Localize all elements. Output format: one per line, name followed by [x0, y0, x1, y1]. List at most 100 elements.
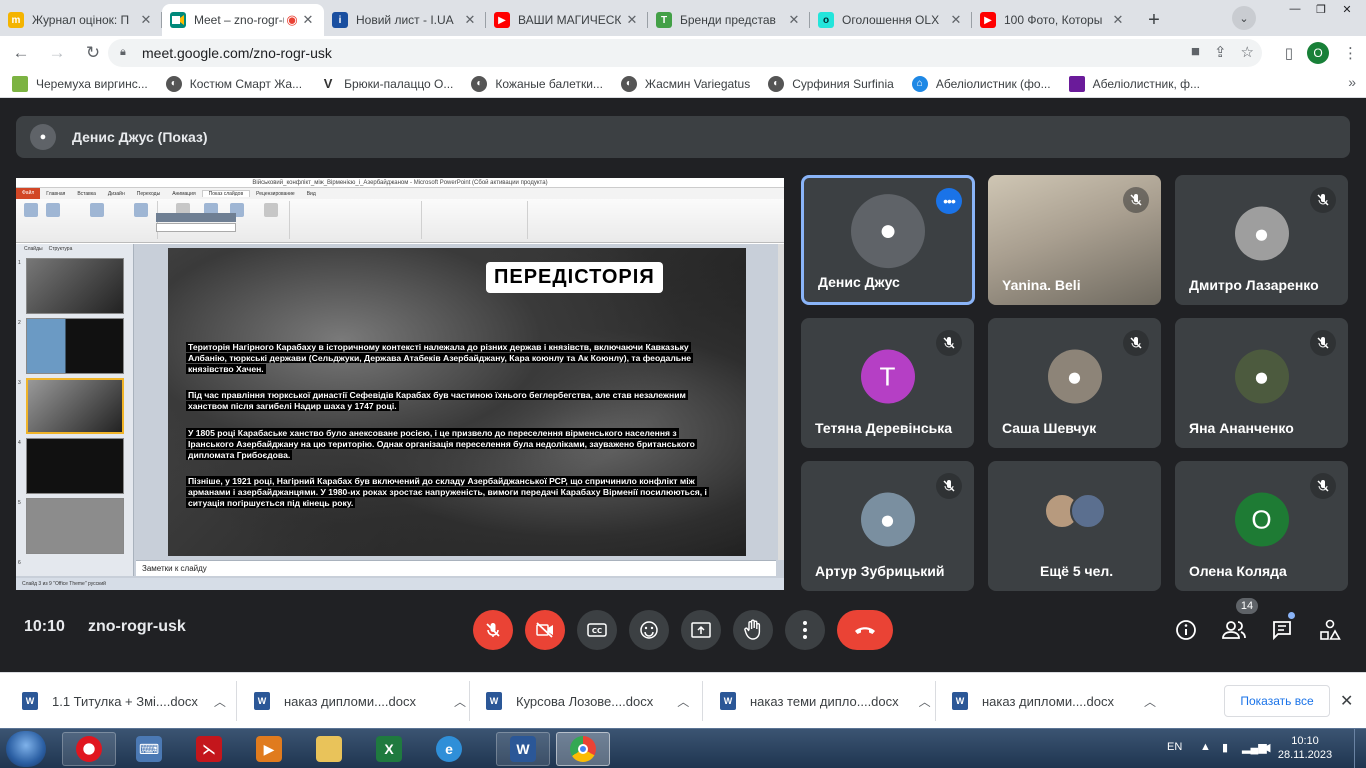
close-downloads-icon[interactable]: ✕: [1340, 691, 1353, 711]
chevron-up-icon[interactable]: ︿: [214, 693, 226, 710]
tray-expand-icon[interactable]: ▲: [1200, 741, 1214, 755]
taskbar-word[interactable]: W: [496, 732, 550, 766]
more-options-button[interactable]: [785, 610, 825, 650]
participant-tile[interactable]: ● ••• Денис Джус: [801, 175, 975, 305]
bookmark-item[interactable]: ⌂ Абеліолистник (фо...: [911, 75, 1051, 92]
browser-tab[interactable]: ▶ 100 Фото, Которы ✕: [972, 4, 1134, 36]
taskbar-network[interactable]: ⌨: [122, 732, 176, 766]
download-item[interactable]: Wнаказ дипломи....docx ︿: [254, 673, 466, 729]
bookmark-item[interactable]: Абеліолистник, ф...: [1068, 75, 1200, 92]
meeting-details-button[interactable]: [1172, 616, 1200, 644]
close-icon[interactable]: ✕: [138, 12, 154, 28]
bookmark-item[interactable]: ◐ Костюм Смарт Жа...: [165, 75, 302, 92]
participant-avatars: [1044, 493, 1106, 529]
download-item[interactable]: Wнаказ теми дипло....docx ︿: [720, 673, 931, 729]
tab-title: Meet – zno-rogr-usk: [194, 13, 284, 27]
leave-call-button[interactable]: [837, 610, 893, 650]
youtube-icon: ▶: [494, 12, 510, 28]
signal-icon[interactable]: ▂▄▆: [1242, 741, 1267, 755]
camera-in-use-icon[interactable]: ■: [1191, 43, 1200, 61]
language-indicator[interactable]: EN: [1167, 741, 1182, 753]
participant-tile[interactable]: Yanina. Beli: [988, 175, 1161, 305]
battery-icon[interactable]: ▮: [1222, 741, 1236, 755]
camera-toggle-button[interactable]: [525, 610, 565, 650]
bookmark-item[interactable]: ◐ Сурфиния Surfinia: [768, 75, 894, 92]
address-bar[interactable]: 🔒︎ meet.google.com/zno-rogr-usk ■ ⇪ ☆: [108, 39, 1262, 67]
forward-icon[interactable]: →: [42, 38, 72, 68]
system-clock[interactable]: 10:10 28.11.2023: [1276, 734, 1334, 762]
chevron-up-icon[interactable]: ︿: [677, 693, 689, 710]
participant-tile[interactable]: ● Дмитро Лазаренко: [1175, 175, 1348, 305]
close-icon[interactable]: ✕: [624, 12, 640, 28]
bookmark-item[interactable]: V Брюки-палаццо О...: [320, 76, 454, 92]
chat-button[interactable]: [1268, 616, 1296, 644]
download-item[interactable]: W Курсова Лозове....docx ︿: [486, 673, 689, 729]
start-button[interactable]: [6, 731, 46, 767]
volume-icon[interactable]: ◀: [1262, 741, 1276, 755]
chevron-up-icon[interactable]: ︿: [454, 693, 466, 710]
captions-button[interactable]: CC: [577, 610, 617, 650]
window-close-icon[interactable]: ✕: [1334, 0, 1360, 18]
participant-tile[interactable]: T Тетяна Деревінська: [801, 318, 974, 448]
people-button[interactable]: [1220, 616, 1248, 644]
reload-icon[interactable]: ↻: [78, 38, 108, 68]
taskbar-opera[interactable]: [62, 732, 116, 766]
download-item[interactable]: W 1.1 Титулка + Змі....docx ︿: [22, 673, 226, 729]
close-icon[interactable]: ✕: [1110, 12, 1126, 28]
browser-tab[interactable]: o Оголошення OLX ✕: [810, 4, 972, 36]
browser-tab[interactable]: T Бренди представ ✕: [648, 4, 810, 36]
bookmark-item[interactable]: ◐ Кожаные балетки...: [471, 75, 603, 92]
participant-tile[interactable]: ● Артур Зубрицький: [801, 461, 974, 591]
show-all-downloads-button[interactable]: Показать все: [1224, 685, 1330, 717]
browser-tab[interactable]: ▶ ВАШИ МАГИЧЕСК ✕: [486, 4, 648, 36]
close-icon[interactable]: ✕: [300, 12, 316, 28]
taskbar-media-player[interactable]: ▶: [242, 732, 296, 766]
browser-tab[interactable]: i Новий лист - I.UA ✕: [324, 4, 486, 36]
bookmark-star-icon[interactable]: ☆: [1241, 43, 1254, 61]
participant-tile[interactable]: ● Яна Ананченко: [1175, 318, 1348, 448]
tab-search-icon[interactable]: ⌄: [1232, 6, 1256, 30]
close-icon[interactable]: ✕: [462, 12, 478, 28]
slide-thumbnail: [26, 498, 124, 554]
taskbar-chrome[interactable]: [556, 732, 610, 766]
taskbar-ie[interactable]: e: [422, 732, 476, 766]
minimize-icon[interactable]: —: [1282, 0, 1308, 18]
participant-tile[interactable]: ● Саша Шевчук: [988, 318, 1161, 448]
restore-icon[interactable]: ❐: [1308, 0, 1334, 18]
browser-tab[interactable]: m Журнал оцінок: П ✕: [0, 4, 162, 36]
side-panel-icon[interactable]: ▯: [1285, 44, 1293, 62]
download-filename: наказ теми дипло....docx: [750, 693, 899, 709]
close-icon[interactable]: ✕: [948, 12, 964, 28]
bookmarks-overflow-icon[interactable]: »: [1348, 74, 1356, 90]
chevron-up-icon[interactable]: ︿: [1144, 693, 1156, 710]
bookmark-item[interactable]: Черемуха виргинс...: [12, 75, 148, 92]
profile-avatar[interactable]: O: [1307, 42, 1329, 64]
taskbar-explorer[interactable]: [302, 732, 356, 766]
reactions-button[interactable]: [629, 610, 669, 650]
youtube-icon: ▶: [980, 12, 996, 28]
participant-tile[interactable]: O Олена Коляда: [1175, 461, 1348, 591]
share-icon[interactable]: ⇪: [1214, 43, 1227, 61]
show-desktop-button[interactable]: [1354, 729, 1366, 768]
browser-tab-strip: mЖурнал оцінок: П✕ Meet – zno-rogr-usk◉✕…: [0, 0, 1366, 36]
browser-tab-active[interactable]: Meet – zno-rogr-usk◉✕: [162, 4, 324, 36]
activities-button[interactable]: [1316, 616, 1344, 644]
lock-icon[interactable]: 🔒︎: [120, 46, 132, 60]
close-icon[interactable]: ✕: [786, 12, 802, 28]
raise-hand-button[interactable]: [733, 610, 773, 650]
menu-icon[interactable]: ⋮: [1343, 44, 1358, 62]
new-tab-button[interactable]: +: [1140, 6, 1168, 34]
thumb-tab: Структура: [48, 246, 73, 252]
mic-toggle-button[interactable]: [473, 610, 513, 650]
taskbar-excel[interactable]: X: [362, 732, 416, 766]
present-button[interactable]: [681, 610, 721, 650]
download-item[interactable]: Wнаказ дипломи....docx ︿: [952, 673, 1156, 729]
chevron-up-icon[interactable]: ︿: [919, 693, 931, 710]
taskbar-acrobat[interactable]: ⋋: [182, 732, 236, 766]
ppt-ribbon: [16, 199, 784, 243]
more-options-icon[interactable]: •••: [936, 188, 962, 214]
more-participants-tile[interactable]: Ещё 5 чел.: [988, 461, 1161, 591]
participant-name: Яна Ананченко: [1189, 420, 1294, 436]
back-icon[interactable]: ←: [6, 38, 36, 68]
bookmark-item[interactable]: ◐ Жасмин Variegatus: [620, 75, 750, 92]
